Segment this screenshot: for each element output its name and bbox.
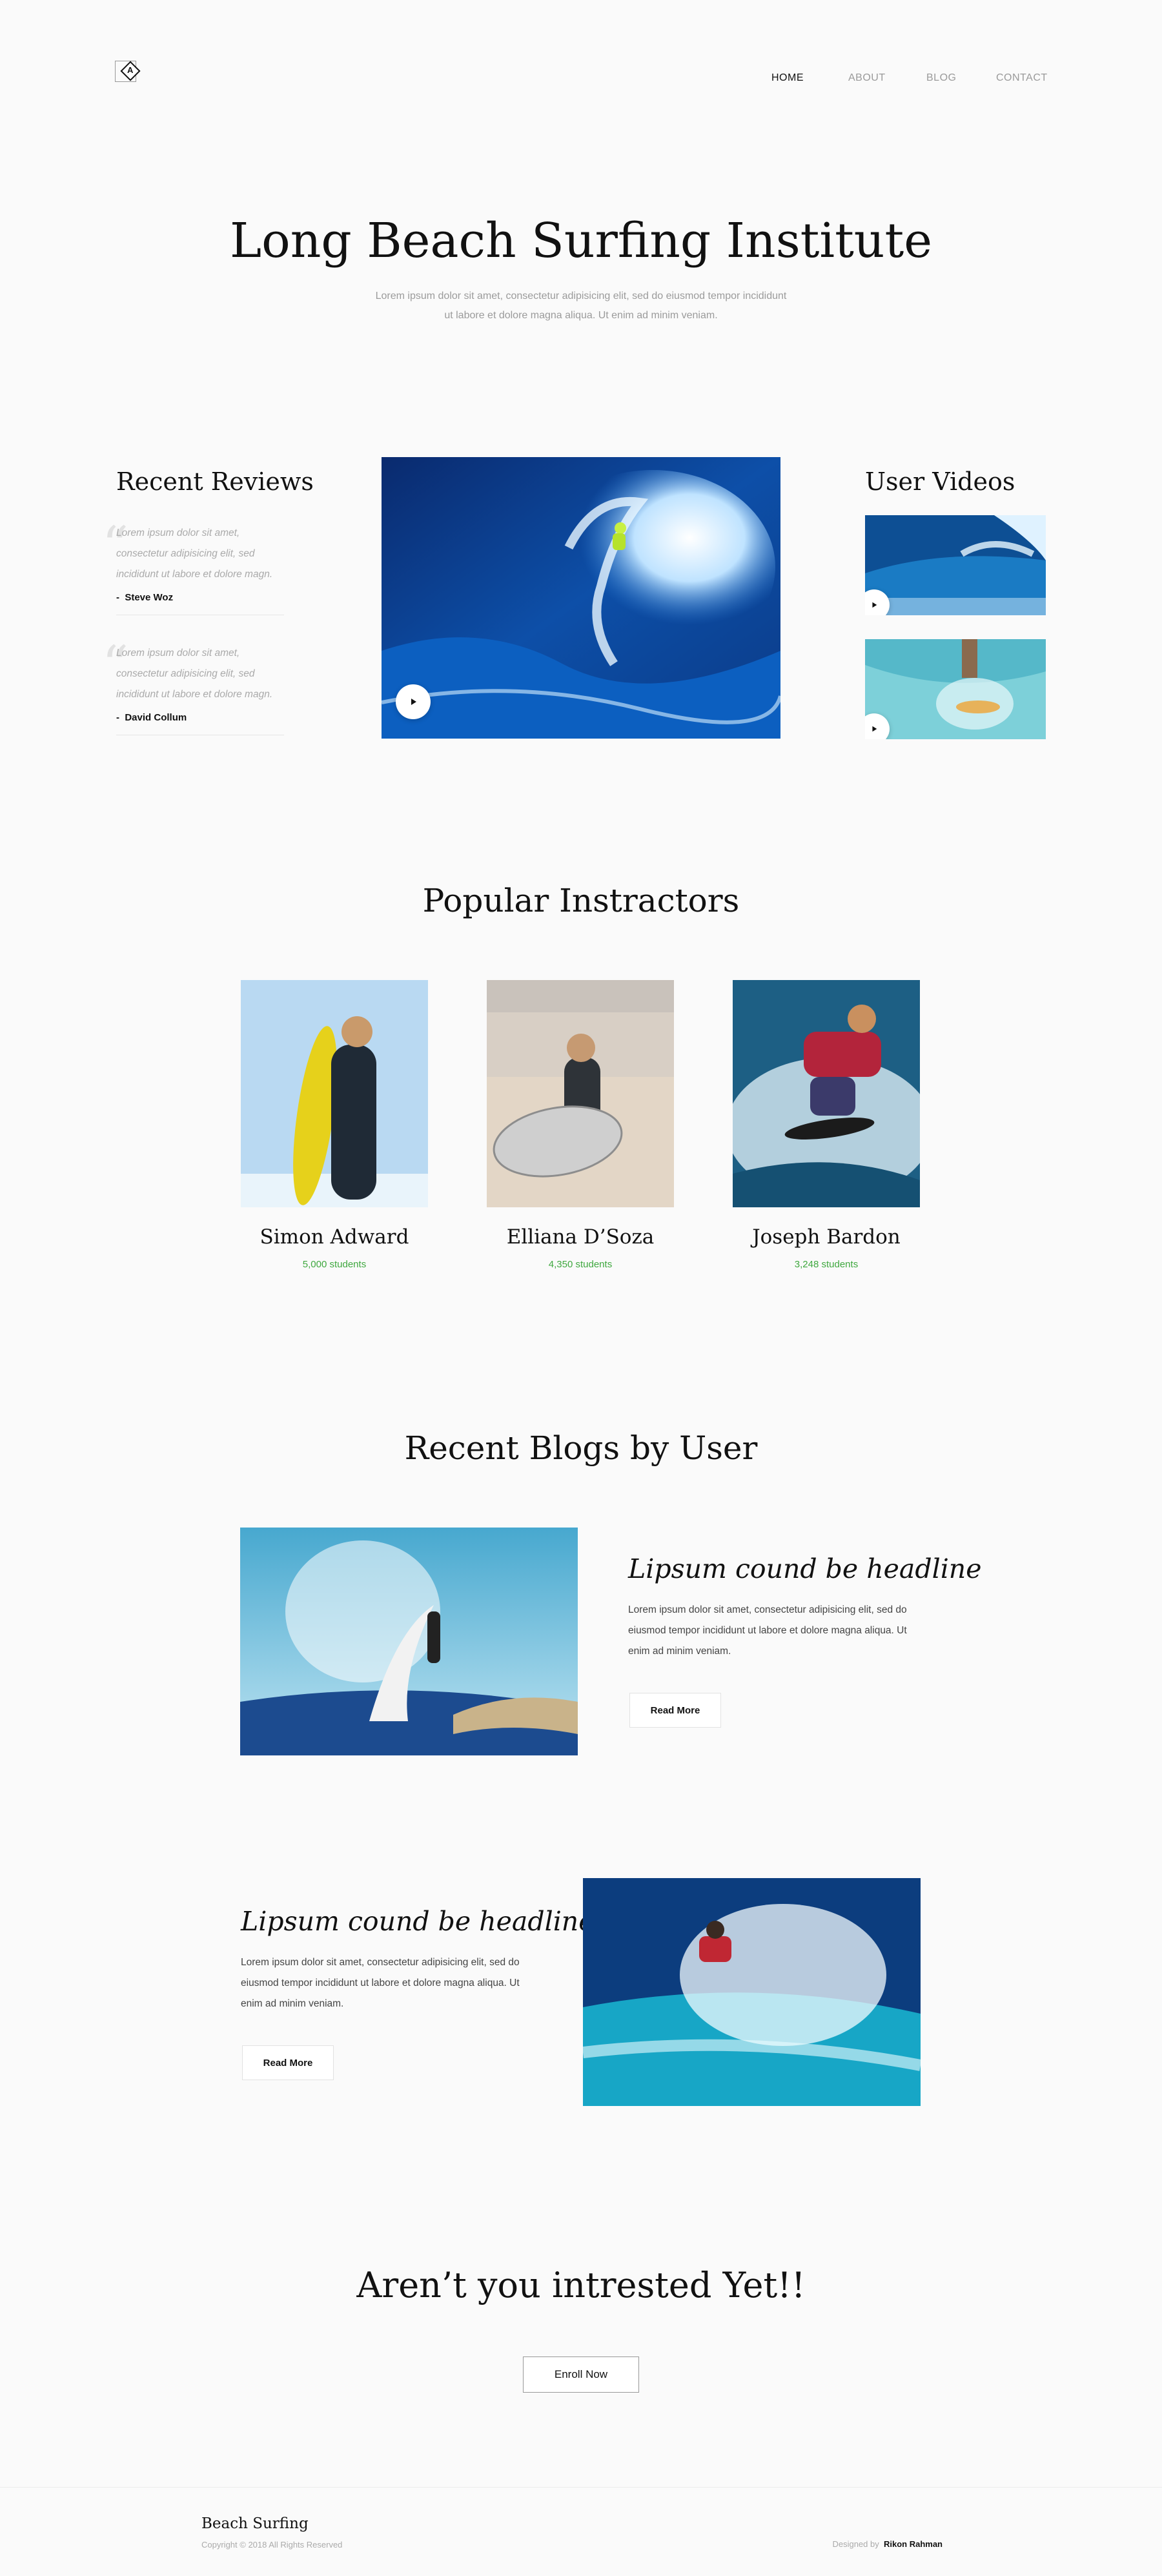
user-video-thumb[interactable] <box>865 515 1046 615</box>
instructor-photo[interactable] <box>241 980 428 1207</box>
instructor-name[interactable]: Joseph Bardon <box>733 1225 920 1249</box>
play-icon <box>872 726 877 732</box>
instructor-name[interactable]: Elliana D’Soza <box>487 1225 674 1249</box>
blog-image[interactable] <box>583 1878 921 2106</box>
blog-excerpt: Lorem ipsum dolor sit amet, consectetur … <box>628 1604 907 1657</box>
nav-contact[interactable]: CONTACT <box>996 72 1048 84</box>
nav-home[interactable]: HOME <box>771 72 804 84</box>
footer-divider <box>0 2487 1162 2488</box>
footer-copyright: Copyright © 2018 All Rights Reserved <box>201 2540 343 2550</box>
nav-about[interactable]: ABOUT <box>848 72 886 84</box>
instructor-students: 4,350 students <box>548 1259 613 1270</box>
blog-headline[interactable]: Lipsum cound be headline <box>628 1553 981 1584</box>
logo-letter: A <box>127 65 134 75</box>
footer-brand: Beach Surfing <box>201 2515 309 2532</box>
instructor-image <box>733 980 920 1207</box>
instructor-name[interactable]: Simon Adward <box>241 1225 428 1249</box>
hero-subtitle: Lorem ipsum dolor sit amet, consectetur … <box>375 291 787 321</box>
nav-blog[interactable]: BLOG <box>926 72 956 84</box>
wave-image <box>865 515 1046 615</box>
play-icon <box>411 699 416 705</box>
review-text: Lorem ipsum dolor sit amet, consectetur … <box>116 527 273 580</box>
read-more-button[interactable]: Read More <box>629 1693 721 1728</box>
instructor-image <box>241 980 428 1207</box>
surf-image <box>240 1528 578 1755</box>
review-author: - David Collum <box>116 712 187 723</box>
instructor-photo[interactable] <box>487 980 674 1207</box>
user-video-thumb[interactable] <box>865 639 1046 739</box>
instructor-students: 5,000 students <box>302 1259 367 1270</box>
designed-by-label: Designed by <box>832 2539 879 2549</box>
hero-title: Long Beach Surfing Institute <box>230 213 932 269</box>
blog-image[interactable] <box>240 1528 578 1755</box>
review-text: Lorem ipsum dolor sit amet, consectetur … <box>116 648 273 700</box>
blog-excerpt: Lorem ipsum dolor sit amet, consectetur … <box>241 1957 520 2009</box>
footer-designer: Designed by Rikon Rahman <box>832 2539 943 2549</box>
instructors-heading: Popular Instractors <box>422 882 740 919</box>
user-videos-heading: User Videos <box>865 467 1015 496</box>
instructor-photo[interactable] <box>733 980 920 1207</box>
cta-heading: Aren’t you intrested Yet!! <box>356 2265 806 2305</box>
wave-image <box>382 457 780 739</box>
wave-image <box>865 639 1046 739</box>
designer-name[interactable]: Rikon Rahman <box>884 2539 943 2549</box>
main-surf-video[interactable] <box>382 457 780 739</box>
play-icon <box>872 602 877 608</box>
logo[interactable]: A <box>115 58 141 84</box>
blog-headline[interactable]: Lipsum cound be headline <box>241 1906 594 1937</box>
blogs-heading: Recent Blogs by User <box>404 1429 758 1467</box>
enroll-now-button[interactable]: Enroll Now <box>523 2356 639 2393</box>
play-button[interactable] <box>396 684 431 719</box>
surf-image <box>583 1878 921 2106</box>
instructor-image <box>487 980 674 1207</box>
review-author: - Steve Woz <box>116 592 174 603</box>
reviews-heading: Recent Reviews <box>116 467 314 496</box>
read-more-button[interactable]: Read More <box>242 2045 334 2080</box>
instructor-students: 3,248 students <box>794 1259 859 1270</box>
